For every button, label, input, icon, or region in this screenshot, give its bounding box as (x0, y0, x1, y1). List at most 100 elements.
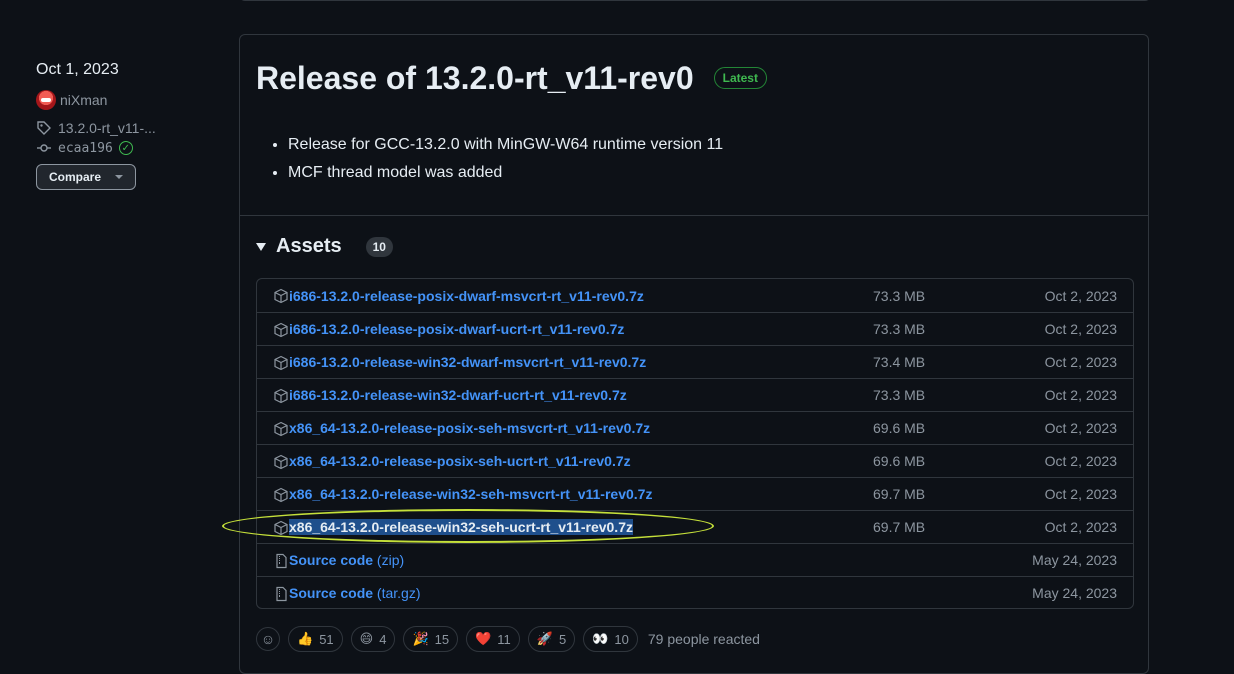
asset-link[interactable]: i686-13.2.0-release-posix-dwarf-ucrt-rt_… (289, 321, 624, 337)
author[interactable]: niXman (36, 90, 226, 110)
asset-link[interactable]: x86_64-13.2.0-release-posix-seh-msvcrt-r… (289, 420, 650, 436)
previous-release-box (239, 0, 1151, 1)
reaction-heart[interactable]: ❤️ 11 (466, 626, 520, 652)
source-code-ext[interactable]: (tar.gz) (377, 585, 421, 601)
asset-date: Oct 2, 2023 (1044, 420, 1117, 436)
asset-link[interactable]: i686-13.2.0-release-posix-dwarf-msvcrt-r… (289, 288, 644, 304)
reaction-count: 10 (614, 631, 629, 647)
asset-size: 73.3 MB (873, 287, 926, 304)
release-meta: Oct 1, 2023 niXman 13.2.0-rt_v11-... eca… (36, 60, 226, 190)
asset-date: Oct 2, 2023 (1044, 321, 1117, 337)
file-zip-icon (276, 553, 287, 569)
asset-row: i686-13.2.0-release-posix-dwarf-ucrt-rt_… (257, 312, 1133, 345)
rocket-icon: 🚀 (536, 631, 553, 646)
author-name[interactable]: niXman (60, 92, 107, 108)
reaction-count: 51 (319, 631, 334, 647)
assets-toggle[interactable]: Assets 10 (256, 235, 393, 258)
package-icon (274, 288, 288, 304)
asset-date: Oct 2, 2023 (1044, 486, 1117, 502)
asset-size: 69.6 MB (873, 420, 926, 436)
assets-count-badge: 10 (365, 236, 393, 257)
source-code-label[interactable]: Source code (289, 585, 373, 601)
triangle-down-icon (256, 242, 266, 251)
package-icon (274, 520, 288, 536)
asset-link[interactable]: x86_64-13.2.0-release-win32-seh-msvcrt-r… (289, 486, 652, 502)
asset-size: 73.4 MB (873, 354, 926, 370)
asset-size: 73.3 MB (873, 387, 926, 403)
file-zip-icon (276, 586, 287, 602)
asset-size: 69.7 MB (873, 519, 926, 535)
asset-row: i686-13.2.0-release-posix-dwarf-msvcrt-r… (257, 279, 1133, 312)
asset-row: i686-13.2.0-release-win32-dwarf-ucrt-rt_… (257, 378, 1133, 411)
asset-link[interactable]: x86_64-13.2.0-release-posix-seh-ucrt-rt_… (289, 453, 631, 469)
hooray-icon: 🎉 (412, 631, 429, 646)
reaction-thumbs-up[interactable]: 👍 51 (288, 626, 343, 652)
chevron-down-icon (115, 175, 124, 179)
commit-sha[interactable]: ecaa196 (58, 141, 113, 156)
asset-link-selected[interactable]: x86_64-13.2.0-release-win32-seh-ucrt-rt_… (289, 519, 633, 535)
release-title[interactable]: Release of 13.2.0-rt_v11-rev0 (256, 59, 694, 97)
release-note-item: Release for GCC-13.2.0 with MinGW-W64 ru… (288, 131, 723, 159)
tag-icon (37, 121, 51, 135)
laugh-icon: 😄 (359, 631, 374, 646)
reaction-count: 15 (434, 631, 450, 647)
release-notes: Release for GCC-13.2.0 with MinGW-W64 ru… (272, 131, 723, 187)
asset-date: Oct 2, 2023 (1044, 354, 1117, 370)
reaction-count: 5 (558, 631, 567, 647)
asset-row: x86_64-13.2.0-release-win32-seh-msvcrt-r… (257, 477, 1133, 510)
source-code-targz-link[interactable]: Source code (tar.gz) (289, 585, 421, 601)
package-icon (274, 388, 288, 404)
source-code-zip-link[interactable]: Source code (zip) (289, 552, 404, 568)
asset-row: x86_64-13.2.0-release-posix-seh-msvcrt-r… (257, 411, 1133, 444)
asset-date: May 24, 2023 (1032, 552, 1117, 568)
assets-title[interactable]: Assets (276, 235, 342, 258)
package-icon (274, 487, 288, 503)
divider (240, 215, 1148, 216)
asset-date: Oct 2, 2023 (1044, 287, 1117, 304)
reaction-hooray[interactable]: 🎉 15 (403, 626, 459, 652)
asset-size: 69.6 MB (873, 453, 926, 469)
asset-link[interactable]: i686-13.2.0-release-win32-dwarf-msvcrt-r… (289, 354, 646, 370)
asset-size: 73.3 MB (873, 321, 926, 337)
source-row: Source code (zip) May 24, 2023 (257, 543, 1133, 576)
compare-label: Compare (49, 170, 102, 184)
verified-check-icon[interactable]: ✓ (118, 141, 133, 155)
reactions-bar: ☺ 👍 51 😄 4 🎉 15 ❤️ 11 🚀 5 👀 10 79 people react… (256, 626, 760, 652)
reaction-eyes[interactable]: 👀 10 (583, 626, 638, 652)
release-date: Oct 1, 2023 (36, 61, 119, 78)
release-note-item: MCF thread model was added (288, 159, 723, 187)
source-code-ext[interactable]: (zip) (377, 552, 404, 568)
thumbs-up-icon: 👍 (297, 631, 314, 646)
avatar[interactable] (36, 90, 56, 110)
reaction-count: 4 (379, 631, 387, 647)
asset-date: May 24, 2023 (1032, 585, 1117, 601)
asset-row: x86_64-13.2.0-release-posix-seh-ucrt-rt_… (257, 444, 1133, 477)
assets-list: i686-13.2.0-release-posix-dwarf-msvcrt-r… (256, 278, 1134, 609)
tag-link[interactable]: 13.2.0-rt_v11-... (36, 120, 226, 136)
source-code-label[interactable]: Source code (289, 552, 373, 568)
asset-size: 69.7 MB (873, 486, 926, 502)
asset-date: Oct 2, 2023 (1044, 453, 1117, 469)
heart-icon: ❤️ (475, 631, 492, 646)
reaction-rocket[interactable]: 🚀 5 (527, 626, 576, 652)
package-icon (274, 322, 288, 338)
latest-badge: Latest (713, 67, 767, 89)
asset-link[interactable]: i686-13.2.0-release-win32-dwarf-ucrt-rt_… (289, 387, 627, 403)
release-header: Release of 13.2.0-rt_v11-rev0 Latest (256, 59, 767, 97)
add-reaction-smiley-icon[interactable]: ☺ (256, 627, 280, 651)
package-icon (274, 454, 288, 470)
package-icon (274, 421, 288, 437)
asset-date: Oct 2, 2023 (1044, 519, 1117, 535)
reaction-count: 11 (497, 631, 511, 647)
compare-button[interactable]: Compare (36, 164, 137, 190)
eyes-icon: 👀 (592, 631, 609, 646)
asset-row-selected: x86_64-13.2.0-release-win32-seh-ucrt-rt_… (257, 510, 1133, 543)
commit-icon (37, 144, 51, 152)
asset-row: i686-13.2.0-release-win32-dwarf-msvcrt-r… (257, 345, 1133, 378)
asset-date: Oct 2, 2023 (1044, 387, 1117, 403)
commit-link[interactable]: ecaa196 ✓ (36, 140, 226, 156)
source-row: Source code (tar.gz) May 24, 2023 (257, 576, 1133, 608)
reaction-laugh[interactable]: 😄 4 (350, 626, 396, 652)
reactions-summary[interactable]: 79 people reacted (648, 631, 760, 647)
tag-name[interactable]: 13.2.0-rt_v11-... (58, 120, 156, 136)
